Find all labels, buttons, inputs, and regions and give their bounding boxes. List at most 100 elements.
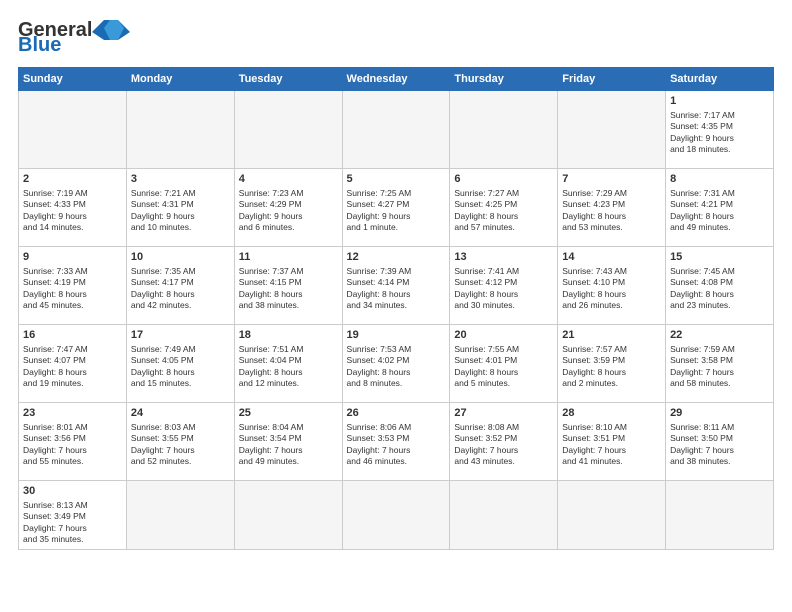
day-number: 3: [131, 172, 230, 187]
calendar: SundayMondayTuesdayWednesdayThursdayFrid…: [18, 67, 774, 550]
day-of-week-thursday: Thursday: [450, 68, 558, 91]
day-number: 16: [23, 328, 122, 343]
day-info: Sunrise: 8:13 AM Sunset: 3:49 PM Dayligh…: [23, 500, 122, 546]
logo-blue: Blue: [18, 34, 61, 57]
day-of-week-tuesday: Tuesday: [234, 68, 342, 91]
calendar-cell: 18Sunrise: 7:51 AM Sunset: 4:04 PM Dayli…: [234, 325, 342, 403]
calendar-cell: [450, 91, 558, 169]
day-info: Sunrise: 7:57 AM Sunset: 3:59 PM Dayligh…: [562, 344, 661, 390]
day-number: 18: [239, 328, 338, 343]
day-number: 25: [239, 406, 338, 421]
calendar-cell: [666, 481, 774, 550]
logo-icon: [92, 18, 130, 40]
calendar-cell: 28Sunrise: 8:10 AM Sunset: 3:51 PM Dayli…: [558, 403, 666, 481]
calendar-cell: 24Sunrise: 8:03 AM Sunset: 3:55 PM Dayli…: [126, 403, 234, 481]
calendar-cell: 27Sunrise: 8:08 AM Sunset: 3:52 PM Dayli…: [450, 403, 558, 481]
day-info: Sunrise: 8:04 AM Sunset: 3:54 PM Dayligh…: [239, 422, 338, 468]
calendar-cell: [234, 481, 342, 550]
day-info: Sunrise: 7:27 AM Sunset: 4:25 PM Dayligh…: [454, 188, 553, 234]
day-info: Sunrise: 7:43 AM Sunset: 4:10 PM Dayligh…: [562, 266, 661, 312]
day-number: 5: [347, 172, 446, 187]
calendar-cell: 1Sunrise: 7:17 AM Sunset: 4:35 PM Daylig…: [666, 91, 774, 169]
calendar-cell: 16Sunrise: 7:47 AM Sunset: 4:07 PM Dayli…: [19, 325, 127, 403]
calendar-week-4: 16Sunrise: 7:47 AM Sunset: 4:07 PM Dayli…: [19, 325, 774, 403]
day-info: Sunrise: 7:17 AM Sunset: 4:35 PM Dayligh…: [670, 110, 769, 156]
day-info: Sunrise: 7:39 AM Sunset: 4:14 PM Dayligh…: [347, 266, 446, 312]
calendar-cell: 20Sunrise: 7:55 AM Sunset: 4:01 PM Dayli…: [450, 325, 558, 403]
calendar-cell: [19, 91, 127, 169]
calendar-cell: 25Sunrise: 8:04 AM Sunset: 3:54 PM Dayli…: [234, 403, 342, 481]
day-number: 26: [347, 406, 446, 421]
day-number: 30: [23, 484, 122, 499]
day-number: 6: [454, 172, 553, 187]
calendar-cell: [234, 91, 342, 169]
day-info: Sunrise: 8:10 AM Sunset: 3:51 PM Dayligh…: [562, 422, 661, 468]
calendar-cell: 7Sunrise: 7:29 AM Sunset: 4:23 PM Daylig…: [558, 169, 666, 247]
day-number: 2: [23, 172, 122, 187]
day-info: Sunrise: 8:11 AM Sunset: 3:50 PM Dayligh…: [670, 422, 769, 468]
calendar-cell: 19Sunrise: 7:53 AM Sunset: 4:02 PM Dayli…: [342, 325, 450, 403]
calendar-cell: 12Sunrise: 7:39 AM Sunset: 4:14 PM Dayli…: [342, 247, 450, 325]
day-number: 17: [131, 328, 230, 343]
day-info: Sunrise: 7:53 AM Sunset: 4:02 PM Dayligh…: [347, 344, 446, 390]
calendar-cell: 8Sunrise: 7:31 AM Sunset: 4:21 PM Daylig…: [666, 169, 774, 247]
calendar-cell: [126, 481, 234, 550]
day-number: 8: [670, 172, 769, 187]
day-info: Sunrise: 7:25 AM Sunset: 4:27 PM Dayligh…: [347, 188, 446, 234]
day-info: Sunrise: 7:37 AM Sunset: 4:15 PM Dayligh…: [239, 266, 338, 312]
calendar-cell: 4Sunrise: 7:23 AM Sunset: 4:29 PM Daylig…: [234, 169, 342, 247]
calendar-week-2: 2Sunrise: 7:19 AM Sunset: 4:33 PM Daylig…: [19, 169, 774, 247]
day-number: 19: [347, 328, 446, 343]
day-number: 15: [670, 250, 769, 265]
logo: General Blue: [18, 18, 130, 57]
day-number: 23: [23, 406, 122, 421]
day-of-week-saturday: Saturday: [666, 68, 774, 91]
calendar-cell: 29Sunrise: 8:11 AM Sunset: 3:50 PM Dayli…: [666, 403, 774, 481]
calendar-week-5: 23Sunrise: 8:01 AM Sunset: 3:56 PM Dayli…: [19, 403, 774, 481]
calendar-cell: 13Sunrise: 7:41 AM Sunset: 4:12 PM Dayli…: [450, 247, 558, 325]
calendar-cell: [126, 91, 234, 169]
day-number: 24: [131, 406, 230, 421]
day-of-week-monday: Monday: [126, 68, 234, 91]
day-of-week-friday: Friday: [558, 68, 666, 91]
calendar-cell: 26Sunrise: 8:06 AM Sunset: 3:53 PM Dayli…: [342, 403, 450, 481]
day-info: Sunrise: 7:33 AM Sunset: 4:19 PM Dayligh…: [23, 266, 122, 312]
day-number: 1: [670, 94, 769, 109]
day-info: Sunrise: 7:59 AM Sunset: 3:58 PM Dayligh…: [670, 344, 769, 390]
day-number: 7: [562, 172, 661, 187]
day-number: 28: [562, 406, 661, 421]
page-header: General Blue: [18, 18, 774, 57]
calendar-cell: 21Sunrise: 7:57 AM Sunset: 3:59 PM Dayli…: [558, 325, 666, 403]
calendar-cell: 17Sunrise: 7:49 AM Sunset: 4:05 PM Dayli…: [126, 325, 234, 403]
calendar-cell: 3Sunrise: 7:21 AM Sunset: 4:31 PM Daylig…: [126, 169, 234, 247]
day-info: Sunrise: 7:47 AM Sunset: 4:07 PM Dayligh…: [23, 344, 122, 390]
day-number: 13: [454, 250, 553, 265]
day-info: Sunrise: 7:41 AM Sunset: 4:12 PM Dayligh…: [454, 266, 553, 312]
day-info: Sunrise: 7:29 AM Sunset: 4:23 PM Dayligh…: [562, 188, 661, 234]
calendar-cell: 9Sunrise: 7:33 AM Sunset: 4:19 PM Daylig…: [19, 247, 127, 325]
day-of-week-wednesday: Wednesday: [342, 68, 450, 91]
day-info: Sunrise: 7:31 AM Sunset: 4:21 PM Dayligh…: [670, 188, 769, 234]
day-number: 21: [562, 328, 661, 343]
day-info: Sunrise: 7:23 AM Sunset: 4:29 PM Dayligh…: [239, 188, 338, 234]
day-number: 27: [454, 406, 553, 421]
calendar-cell: 22Sunrise: 7:59 AM Sunset: 3:58 PM Dayli…: [666, 325, 774, 403]
day-number: 4: [239, 172, 338, 187]
calendar-cell: 11Sunrise: 7:37 AM Sunset: 4:15 PM Dayli…: [234, 247, 342, 325]
calendar-cell: [342, 91, 450, 169]
day-of-week-sunday: Sunday: [19, 68, 127, 91]
day-number: 20: [454, 328, 553, 343]
day-number: 9: [23, 250, 122, 265]
day-info: Sunrise: 7:51 AM Sunset: 4:04 PM Dayligh…: [239, 344, 338, 390]
calendar-cell: 23Sunrise: 8:01 AM Sunset: 3:56 PM Dayli…: [19, 403, 127, 481]
calendar-week-1: 1Sunrise: 7:17 AM Sunset: 4:35 PM Daylig…: [19, 91, 774, 169]
day-number: 10: [131, 250, 230, 265]
day-info: Sunrise: 7:19 AM Sunset: 4:33 PM Dayligh…: [23, 188, 122, 234]
day-number: 22: [670, 328, 769, 343]
day-number: 14: [562, 250, 661, 265]
day-number: 12: [347, 250, 446, 265]
calendar-header-row: SundayMondayTuesdayWednesdayThursdayFrid…: [19, 68, 774, 91]
calendar-week-3: 9Sunrise: 7:33 AM Sunset: 4:19 PM Daylig…: [19, 247, 774, 325]
day-info: Sunrise: 7:55 AM Sunset: 4:01 PM Dayligh…: [454, 344, 553, 390]
calendar-cell: 2Sunrise: 7:19 AM Sunset: 4:33 PM Daylig…: [19, 169, 127, 247]
